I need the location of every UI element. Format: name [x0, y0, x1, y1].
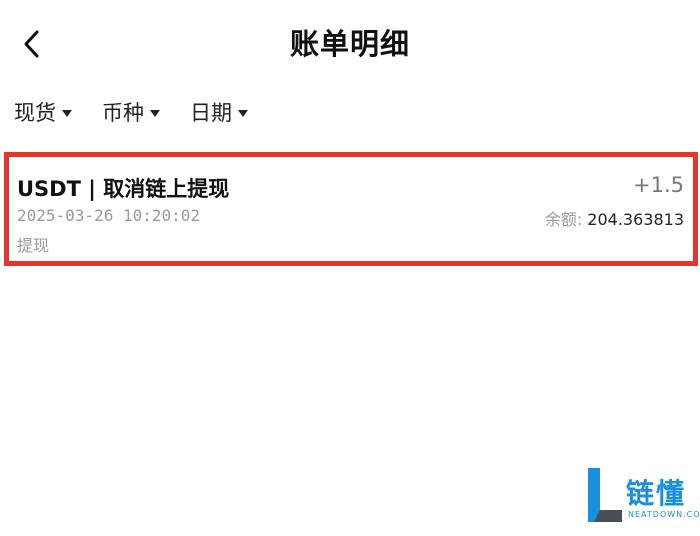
balance-label: 余额:: [544, 210, 588, 229]
watermark-logo: 链懂 NEATDOWN.COM: [584, 466, 700, 526]
filter-label: 现货: [14, 101, 56, 125]
caret-down-icon: [238, 109, 248, 117]
watermark-subtext: NEATDOWN.COM: [628, 510, 700, 519]
filter-label: 币种: [102, 101, 144, 125]
watermark-text: 链懂: [626, 477, 687, 510]
filter-label: 日期: [190, 101, 232, 125]
record-balance: 余额: 204.363813: [545, 206, 684, 230]
record-amount: +1.5: [633, 173, 684, 197]
balance-value: 204.363813: [587, 210, 684, 229]
bill-record-item[interactable]: USDT | 取消链上提现 +1.5 2025-03-26 10:20:02 余…: [4, 152, 698, 266]
filter-bar: 现货 币种 日期: [14, 96, 278, 128]
page-title: 账单明细: [289, 27, 410, 61]
filter-market-type[interactable]: 现货: [14, 97, 72, 127]
filter-currency[interactable]: 币种: [102, 97, 160, 127]
record-time: 2025-03-26 10:20:02: [17, 206, 201, 225]
record-title: USDT | 取消链上提现: [17, 177, 230, 201]
record-type: 提现: [17, 236, 50, 255]
caret-down-icon: [150, 109, 160, 117]
filter-date[interactable]: 日期: [190, 97, 248, 127]
logo-l-icon: [588, 468, 622, 522]
caret-down-icon: [62, 109, 72, 117]
header: 账单明细: [0, 0, 700, 90]
